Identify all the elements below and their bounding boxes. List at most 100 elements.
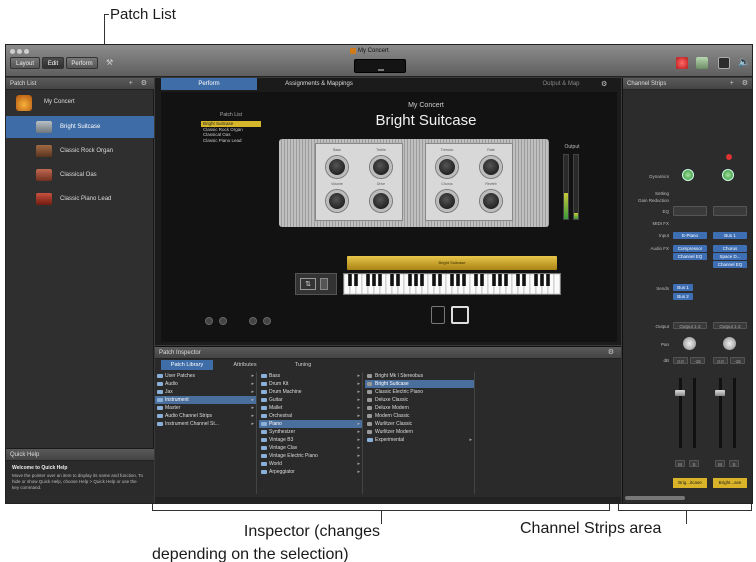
strip2-pan-knob[interactable] (723, 337, 736, 350)
panic-icon[interactable] (676, 57, 688, 69)
black-key[interactable] (378, 274, 382, 286)
patch-item[interactable]: Bright Suitcase (6, 116, 154, 138)
record-icon[interactable] (431, 306, 445, 324)
library-item[interactable]: Orchestral ▸ (259, 412, 362, 420)
library-item[interactable]: Guitar ▸ (259, 396, 362, 404)
strip1-dynamics-button[interactable] (682, 169, 694, 181)
strip1-audio-fx-slot[interactable]: Channel EQ (673, 253, 707, 260)
black-key[interactable] (348, 274, 352, 286)
pitch-mod-wheels[interactable]: ⇅ (295, 273, 337, 295)
keyboard-keys[interactable] (343, 273, 561, 295)
knob[interactable] (326, 156, 348, 178)
keyboard-label-strip[interactable]: Bright Suitcase (347, 256, 557, 270)
strip1-input-slot[interactable]: E-Piano (673, 232, 707, 239)
library-patch[interactable]: Classic Electric Piano (365, 388, 474, 396)
black-key[interactable] (492, 274, 496, 286)
tab-attributes[interactable]: Attributes (219, 360, 271, 370)
library-item[interactable]: Instrument ▸ (155, 396, 256, 404)
layout-mode-button[interactable]: Layout (10, 57, 40, 69)
library-item[interactable]: Master ▸ (155, 404, 256, 412)
speaker-icon[interactable]: 🔈 (738, 57, 750, 69)
library-item[interactable]: Experimental ▸ (365, 436, 474, 444)
strip2-solo-button[interactable]: S (729, 460, 739, 467)
black-key[interactable] (372, 274, 376, 286)
strip2-audio-fx-slot[interactable]: Channel EQ (713, 261, 747, 268)
strip2-mute-button[interactable]: M (715, 460, 725, 467)
library-item[interactable]: Mallet ▸ (259, 404, 362, 412)
library-item[interactable]: Drum Machine ▸ (259, 388, 362, 396)
add-patch-icon[interactable]: + ⚙ (129, 78, 150, 90)
strip1-name[interactable]: Brig...itcase (673, 478, 707, 488)
strip1-fader-track[interactable] (679, 378, 682, 448)
concert-row[interactable]: My Concert (6, 92, 154, 114)
wrench-icon[interactable]: ⚒ (106, 58, 115, 67)
black-key[interactable] (480, 274, 484, 286)
black-key[interactable] (462, 274, 466, 286)
black-key[interactable] (396, 274, 400, 286)
black-key[interactable] (504, 274, 508, 286)
mini-knob[interactable] (249, 317, 257, 325)
patch-item[interactable]: Classic Rock Organ (6, 140, 154, 162)
black-key[interactable] (390, 274, 394, 286)
library-item[interactable]: Audio Channel Strips ▸ (155, 412, 256, 420)
strip1-audio-fx-slot[interactable]: Compressor (673, 245, 707, 252)
perform-mode-button[interactable]: Perform (66, 57, 98, 69)
library-item[interactable]: User Patches ▸ (155, 372, 256, 380)
black-key[interactable] (366, 274, 370, 286)
library-patch[interactable]: Deluxe Classic (365, 396, 474, 404)
library-item[interactable]: Piano ▸ (259, 420, 362, 428)
strip2-dynamics-button[interactable] (722, 169, 734, 181)
knob[interactable] (370, 156, 392, 178)
patch-item[interactable]: Classical Oas (6, 164, 154, 186)
library-patch[interactable]: Wurlitzer Modern (365, 428, 474, 436)
strip1-send-slot[interactable]: Bus 2 (673, 293, 693, 300)
library-patch[interactable]: Wurlitzer Classic (365, 420, 474, 428)
strip2-audio-fx-slot[interactable]: Chorus (713, 245, 747, 252)
knob[interactable] (480, 156, 502, 178)
disk-icon[interactable] (451, 306, 469, 324)
strip1-eq-thumbnail[interactable] (673, 206, 707, 216)
library-patch[interactable]: Bright Suitcase (365, 380, 474, 388)
channel-strips-scrollbar[interactable] (625, 496, 685, 500)
strip1-solo-button[interactable]: S (689, 460, 699, 467)
tuner-icon[interactable] (718, 57, 730, 69)
library-patch[interactable]: Deluxe Modern (365, 404, 474, 412)
black-key[interactable] (534, 274, 538, 286)
mini-knob[interactable] (205, 317, 213, 325)
mod-wheel[interactable] (320, 278, 328, 290)
library-item[interactable]: Arpeggiator ▸ (259, 468, 362, 476)
black-key[interactable] (432, 274, 436, 286)
record-enable-icon[interactable] (726, 154, 732, 160)
strip1-output-slot[interactable]: Output 1-2 (673, 322, 707, 329)
black-key[interactable] (474, 274, 478, 286)
edit-mode-button[interactable]: Edit (42, 57, 64, 69)
screen-patch-item[interactable]: Classic Piano Lead (201, 138, 261, 144)
library-item[interactable]: Vintage B3 ▸ (259, 436, 362, 444)
library-item[interactable]: Jax ▸ (155, 388, 256, 396)
strip1-pan-knob[interactable] (683, 337, 696, 350)
library-patch[interactable]: Modern Classic (365, 412, 474, 420)
knob[interactable] (480, 190, 502, 212)
knob[interactable] (436, 156, 458, 178)
strip1-fader[interactable] (675, 390, 685, 396)
black-key[interactable] (546, 274, 550, 286)
black-key[interactable] (516, 274, 520, 286)
knob[interactable] (326, 190, 348, 212)
strip1-send-slot[interactable]: Bus 1 (673, 284, 693, 291)
strip2-input-slot[interactable]: Bus 1 (713, 232, 747, 239)
tab-assignments-mappings[interactable]: Assignments & Mappings (259, 78, 379, 90)
inspector-gear-icon[interactable]: ⚙ (608, 347, 617, 359)
library-item[interactable]: Synthesizer ▸ (259, 428, 362, 436)
library-item[interactable]: Vintage Electric Piano ▸ (259, 452, 362, 460)
add-channel-strip-icon[interactable]: + ⚙ (730, 78, 751, 90)
white-key[interactable] (553, 273, 561, 295)
workspace-menu-icon[interactable]: ⚙ (601, 80, 607, 88)
master-mute-icon[interactable] (696, 57, 708, 69)
minimize-window-button[interactable] (17, 49, 22, 54)
screen-patch-list[interactable]: Patch List Bright Suitcase Classic Rock … (201, 112, 261, 158)
tab-patch-library[interactable]: Patch Library (161, 360, 213, 370)
strip1-mute-button[interactable]: M (675, 460, 685, 467)
strip2-audio-fx-slot[interactable]: Space D... (713, 253, 747, 260)
mini-knob[interactable] (219, 317, 227, 325)
black-key[interactable] (414, 274, 418, 286)
